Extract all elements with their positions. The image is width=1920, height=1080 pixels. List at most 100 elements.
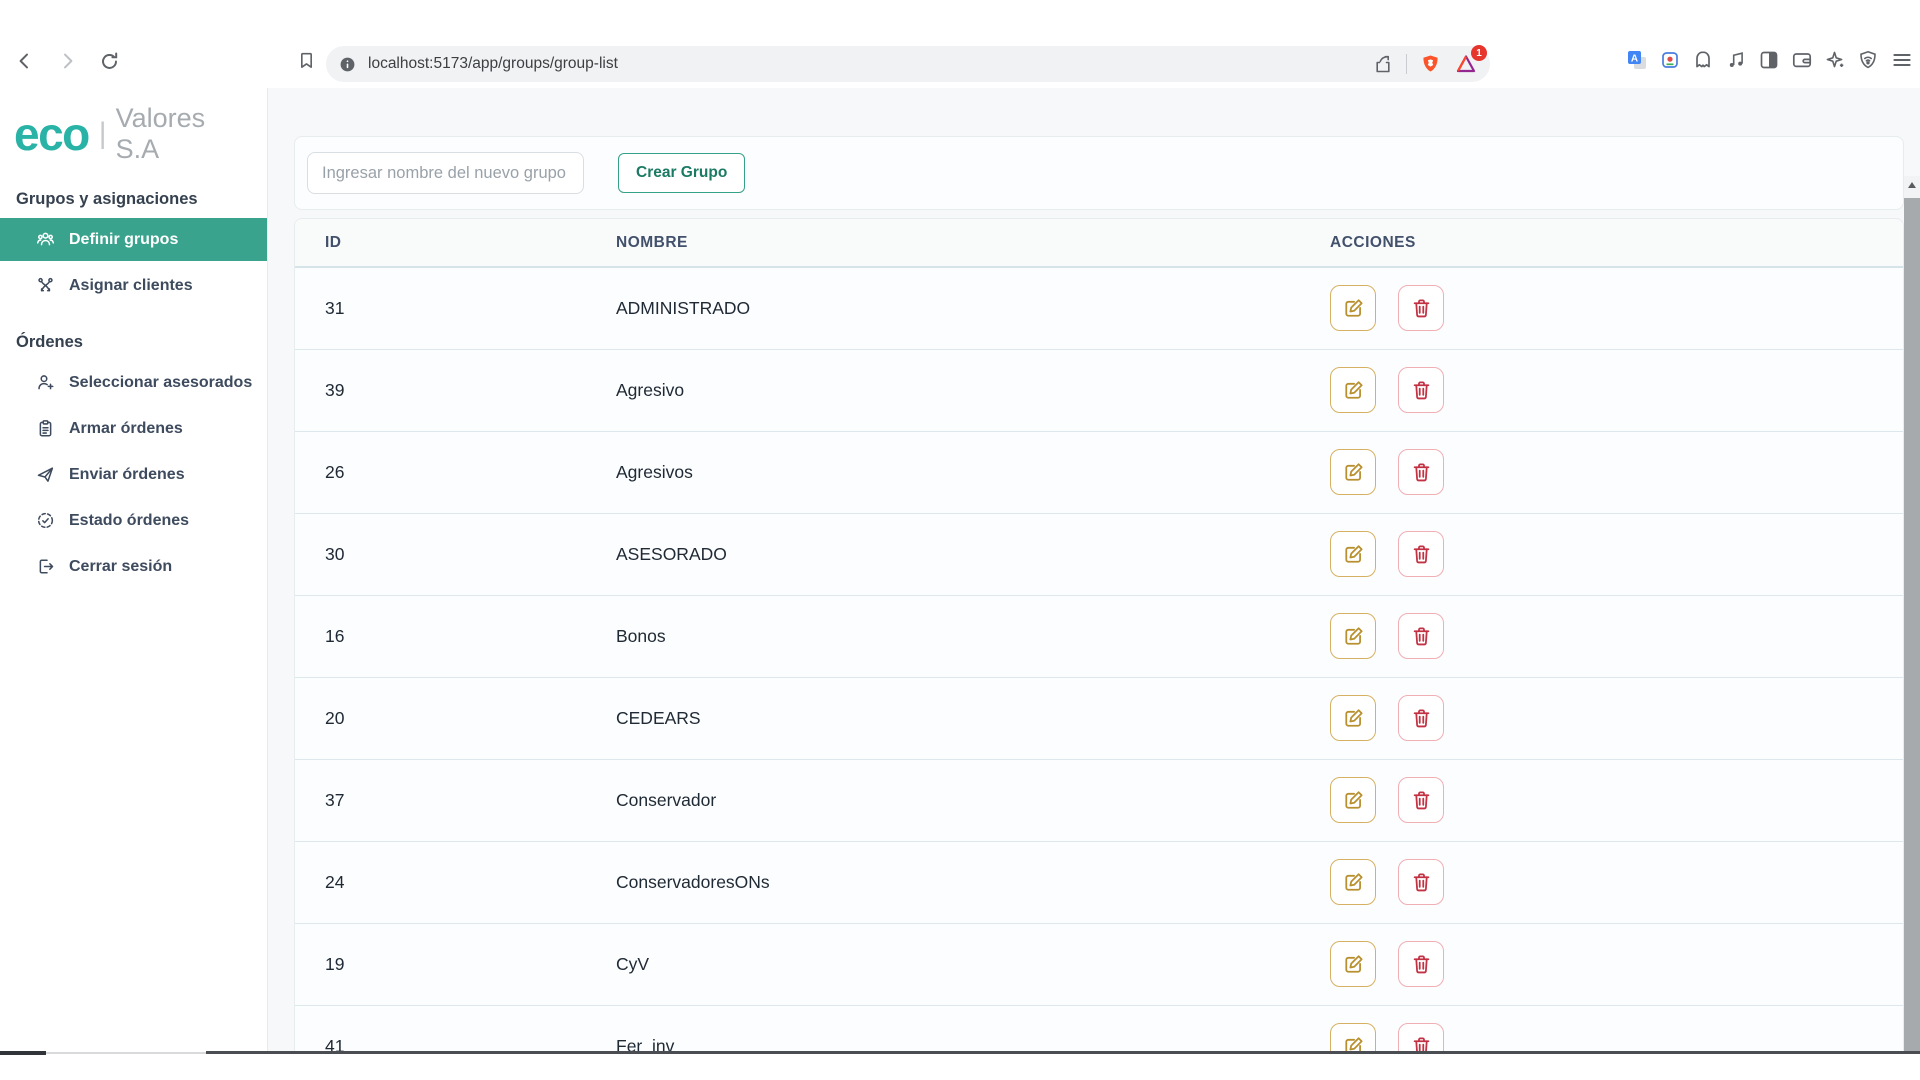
delete-group-button[interactable]	[1398, 941, 1444, 987]
translate-icon[interactable]: A	[1626, 49, 1648, 71]
delete-icon	[1410, 871, 1433, 894]
edit-icon	[1342, 871, 1365, 894]
rewards-badge: 1	[1471, 45, 1487, 61]
brave-rewards-icon[interactable]: 1	[1454, 45, 1487, 76]
edit-group-button[interactable]	[1330, 941, 1376, 987]
table-header-row: ID NOMBRE ACCIONES	[295, 219, 1903, 268]
scrollbar-thumb[interactable]	[1904, 198, 1920, 1053]
sidebar-item-armar-ordenes[interactable]: Armar órdenes	[0, 407, 267, 450]
logo-company-name: Valores S.A	[115, 103, 206, 164]
brave-shield-icon[interactable]	[1419, 53, 1442, 76]
horizontal-scrollbar-thumb[interactable]	[0, 1051, 46, 1055]
table-row: 37 Conservador	[295, 759, 1903, 842]
section-label-ordenes: Órdenes	[16, 333, 83, 351]
menu-icon[interactable]	[1890, 48, 1914, 72]
table-row: 39 Agresivo	[295, 349, 1903, 432]
group-actions-cell	[1300, 431, 1903, 514]
ghost-icon[interactable]	[1692, 49, 1714, 71]
delete-icon	[1410, 379, 1433, 402]
delete-group-button[interactable]	[1398, 695, 1444, 741]
split-view-icon[interactable]	[1758, 49, 1780, 71]
new-group-name-input[interactable]	[307, 152, 584, 194]
wallet-icon[interactable]	[1791, 49, 1813, 71]
edit-icon	[1342, 461, 1365, 484]
group-actions-cell	[1300, 759, 1903, 842]
sidebar-item-seleccionar-asesorados[interactable]: Seleccionar asesorados	[0, 361, 267, 404]
edit-group-button[interactable]	[1330, 531, 1376, 577]
delete-group-button[interactable]	[1398, 777, 1444, 823]
delete-icon	[1410, 297, 1433, 320]
sidebar-item-estado-ordenes[interactable]: Estado órdenes	[0, 499, 267, 542]
edit-group-button[interactable]	[1330, 613, 1376, 659]
delete-group-button[interactable]	[1398, 613, 1444, 659]
edit-icon	[1342, 707, 1365, 730]
url-text: localhost:5173/app/groups/group-list	[368, 55, 618, 72]
extension-robot-icon[interactable]	[1659, 49, 1681, 71]
group-name-cell: Agresivos	[586, 431, 1300, 514]
group-actions-cell	[1300, 677, 1903, 760]
groups-table: ID NOMBRE ACCIONES 31 ADMINISTRADO 39 Ag…	[295, 219, 1903, 1053]
delete-group-button[interactable]	[1398, 859, 1444, 905]
group-actions-cell	[1300, 595, 1903, 678]
create-group-button[interactable]: Crear Grupo	[618, 153, 746, 193]
create-group-toolbar: Crear Grupo	[294, 136, 1904, 210]
vertical-scrollbar[interactable]	[1904, 176, 1920, 1053]
delete-group-button[interactable]	[1398, 531, 1444, 577]
delete-group-button[interactable]	[1398, 449, 1444, 495]
main-content: Crear Grupo ID NOMBRE ACCIONES 31	[268, 88, 1920, 1053]
sidebar-item-label: Asignar clientes	[69, 276, 193, 294]
reload-icon[interactable]	[96, 48, 122, 74]
sidebar-item-label: Seleccionar asesorados	[69, 373, 253, 391]
delete-icon	[1410, 789, 1433, 812]
table-row: 19 CyV	[295, 923, 1903, 1006]
sidebar-item-enviar-ordenes[interactable]: Enviar órdenes	[0, 453, 267, 496]
table-row: 41 Fer_inv	[295, 1005, 1903, 1053]
group-actions-cell	[1300, 923, 1903, 1006]
share-icon[interactable]	[1372, 53, 1394, 75]
group-id-cell: 26	[295, 431, 586, 514]
send-icon	[36, 465, 55, 484]
sparkle-icon[interactable]	[1824, 49, 1846, 71]
window-edge-line	[206, 1051, 1920, 1054]
table-row: 20 CEDEARS	[295, 677, 1903, 760]
group-name-cell: ASESORADO	[586, 513, 1300, 596]
forward-icon[interactable]	[54, 48, 80, 74]
bookmark-icon[interactable]	[296, 50, 317, 71]
table-row: 30 ASESORADO	[295, 513, 1903, 596]
edit-group-button[interactable]	[1330, 695, 1376, 741]
group-id-cell: 37	[295, 759, 586, 842]
group-table-body: 31 ADMINISTRADO 39 Agresivo 26 Agresivos…	[295, 267, 1903, 1053]
delete-group-button[interactable]	[1398, 1023, 1444, 1053]
edit-group-button[interactable]	[1330, 367, 1376, 413]
edit-group-button[interactable]	[1330, 1023, 1376, 1053]
music-note-icon[interactable]	[1725, 49, 1747, 71]
scroll-up-arrow-icon[interactable]	[1908, 182, 1916, 188]
edit-group-button[interactable]	[1330, 777, 1376, 823]
vpn-shield-icon[interactable]	[1857, 49, 1879, 71]
group-name-cell: CEDEARS	[586, 677, 1300, 760]
edit-icon	[1342, 379, 1365, 402]
address-bar[interactable]: localhost:5173/app/groups/group-list 1	[326, 45, 1490, 82]
back-icon[interactable]	[12, 48, 38, 74]
window-bottom-edge	[0, 1051, 1920, 1055]
sidebar-item-cerrar-sesion[interactable]: Cerrar sesión	[0, 545, 267, 588]
group-name-cell: CyV	[586, 923, 1300, 1006]
section-label-groups: Grupos y asignaciones	[16, 190, 198, 208]
edit-group-button[interactable]	[1330, 859, 1376, 905]
site-info-icon[interactable]	[338, 55, 357, 74]
delete-group-button[interactable]	[1398, 285, 1444, 332]
sidebar-item-asignar-clientes[interactable]: Asignar clientes	[0, 264, 267, 307]
edit-group-button[interactable]	[1330, 285, 1376, 332]
group-id-cell: 16	[295, 595, 586, 678]
group-name-cell: Agresivo	[586, 349, 1300, 432]
group-id-cell: 30	[295, 513, 586, 596]
edit-group-button[interactable]	[1330, 449, 1376, 495]
delete-icon	[1410, 461, 1433, 484]
delete-group-button[interactable]	[1398, 367, 1444, 413]
edit-icon	[1342, 297, 1365, 320]
group-actions-cell	[1300, 1005, 1903, 1053]
user-add-icon	[36, 373, 55, 392]
assign-clients-icon	[36, 276, 55, 295]
sidebar-item-definir-grupos[interactable]: Definir grupos	[0, 218, 267, 261]
edit-icon	[1342, 953, 1365, 976]
